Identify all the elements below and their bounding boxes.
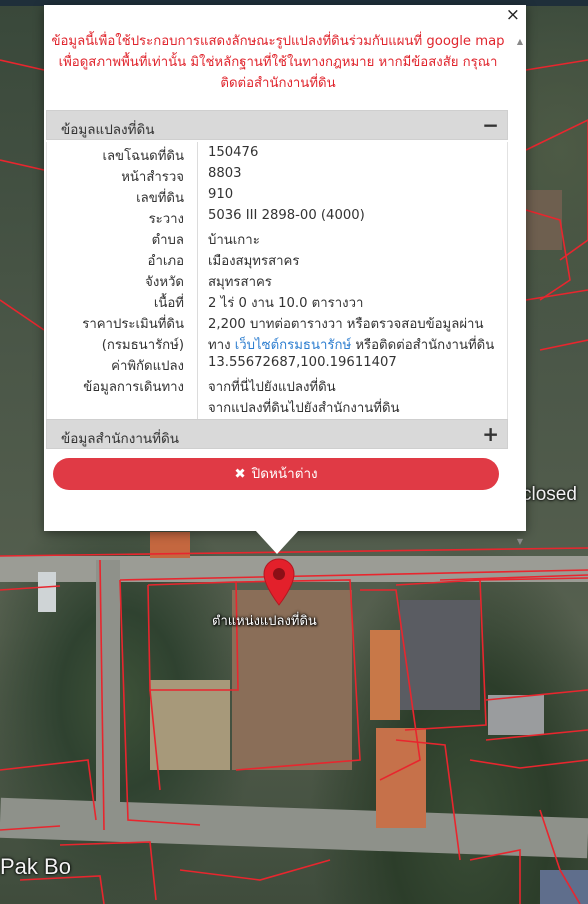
disclaimer-line: ข้อมูลนี้เพื่อใช้ประกอบการแสดงลักษณะรูปแ… [51, 34, 505, 49]
scroll-up-arrow-icon[interactable]: ▲ [517, 37, 523, 46]
row-value: สมุทรสาคร [208, 275, 272, 290]
close-window-label: ปิดหน้าต่าง [251, 466, 318, 482]
directions-to-office-link[interactable]: จากแปลงที่ดินไปยังสำนักงานที่ดิน [208, 397, 400, 418]
land-info-table: เลขโฉนดที่ดิน 150476 หน้าสำรวจ 8803 เลขท… [46, 142, 508, 420]
row-value: 910 [208, 187, 234, 202]
table-row: อำเภอ เมืองสมุทรสาคร [47, 250, 509, 271]
close-icon[interactable]: × [506, 6, 520, 24]
row-value: บ้านเกาะ [208, 233, 260, 248]
place-label-closed: closed [522, 484, 577, 505]
row-value: ทาง เว็บไซต์กรมธนารักษ์ หรือติดต่อสำนักง… [208, 334, 494, 355]
disclaimer-line: ติดต่อสำนักงานที่ดิน [220, 76, 336, 91]
table-row: ระวาง 5036 III 2898-00 (4000) [47, 208, 509, 229]
scroll-down-arrow-icon[interactable]: ▼ [517, 537, 523, 546]
row-value: 5036 III 2898-00 (4000) [208, 208, 365, 223]
row-label: เนื้อที่ [153, 296, 184, 311]
row-label: (กรมธนารักษ์) [101, 338, 184, 353]
land-panel-header[interactable]: ข้อมูลแปลงที่ดิน − [46, 110, 508, 140]
value-suffix: หรือติดต่อสำนักงานที่ดิน [351, 338, 495, 353]
table-row: จังหวัด สมุทรสาคร [47, 271, 509, 292]
land-info-panel: ข้อมูลแปลงที่ดิน − [46, 110, 508, 140]
location-pin-icon[interactable] [262, 558, 296, 606]
row-label: เลขที่ดิน [136, 191, 184, 206]
office-panel-header[interactable]: ข้อมูลสำนักงานที่ดิน + [46, 419, 508, 449]
popup-pointer [255, 530, 299, 554]
treasury-website-link[interactable]: เว็บไซต์กรมธนารักษ์ [235, 338, 351, 353]
land-panel-title: ข้อมูลแปลงที่ดิน [61, 122, 155, 138]
table-row: หน้าสำรวจ 8803 [47, 166, 509, 187]
row-value: 2 ไร่ 0 งาน 10.0 ตารางวา [208, 296, 364, 311]
expand-plus-icon[interactable]: + [482, 422, 499, 446]
table-row: เลขที่ดิน 910 [47, 187, 509, 208]
office-panel-title: ข้อมูลสำนักงานที่ดิน [61, 431, 180, 447]
row-value: 8803 [208, 166, 242, 181]
row-label: อำเภอ [147, 254, 184, 269]
table-row: ราคาประเมินที่ดิน 2,200 บาทต่อตารางวา หร… [47, 313, 509, 334]
value-prefix: ทาง [208, 338, 235, 353]
table-row: เนื้อที่ 2 ไร่ 0 งาน 10.0 ตารางวา [47, 292, 509, 313]
row-label: ข้อมูลการเดินทาง [83, 380, 184, 395]
row-label: หน้าสำรวจ [121, 170, 184, 185]
table-row: เลขโฉนดที่ดิน 150476 [47, 145, 509, 166]
coordinates-link[interactable]: 13.55672687,100.19611407 [208, 355, 397, 370]
disclaimer-line: เพื่อดูสภาพพื้นที่เท่านั้น มิใช่หลักฐานท… [58, 55, 498, 70]
table-row: ค่าพิกัดแปลง 13.55672687,100.19611407 [47, 355, 509, 376]
close-window-button[interactable]: ✖ ปิดหน้าต่าง [53, 458, 499, 490]
close-icon: ✖ [234, 466, 246, 482]
row-label: ระวาง [148, 212, 184, 227]
collapse-minus-icon[interactable]: − [482, 113, 499, 137]
row-label: ราคาประเมินที่ดิน [82, 317, 184, 332]
row-label: ตำบล [151, 233, 184, 248]
row-value: 150476 [208, 145, 259, 160]
row-value: เมืองสมุทรสาคร [208, 254, 300, 269]
row-label: เลขโฉนดที่ดิน [102, 149, 184, 164]
place-label-pak-bo: Pak Bo [0, 854, 71, 879]
land-info-popup: × ▲ ▼ ข้อมูลนี้เพื่อใช้ประกอบการแสดงลักษ… [44, 5, 526, 546]
row-label: ค่าพิกัดแปลง [111, 359, 184, 374]
table-row: ข้อมูลการเดินทาง จากที่นี่ไปยังแปลงที่ดิ… [47, 376, 509, 397]
table-row: (กรมธนารักษ์) ทาง เว็บไซต์กรมธนารักษ์ หร… [47, 334, 509, 355]
disclaimer-text: ข้อมูลนี้เพื่อใช้ประกอบการแสดงลักษณะรูปแ… [44, 31, 512, 94]
directions-to-parcel-link[interactable]: จากที่นี่ไปยังแปลงที่ดิน [208, 376, 336, 397]
row-label: จังหวัด [145, 275, 184, 290]
row-value: 2,200 บาทต่อตารางวา หรือตรวจสอบข้อมูลผ่า… [208, 317, 484, 332]
table-row: จากแปลงที่ดินไปยังสำนักงานที่ดิน [47, 397, 509, 418]
marker-label: ตำแหน่งแปลงที่ดิน [212, 614, 317, 629]
office-info-panel: ข้อมูลสำนักงานที่ดิน + [46, 419, 508, 449]
popup-scrollbar[interactable]: ▲ ▼ [512, 29, 526, 546]
table-row: ตำบล บ้านเกาะ [47, 229, 509, 250]
